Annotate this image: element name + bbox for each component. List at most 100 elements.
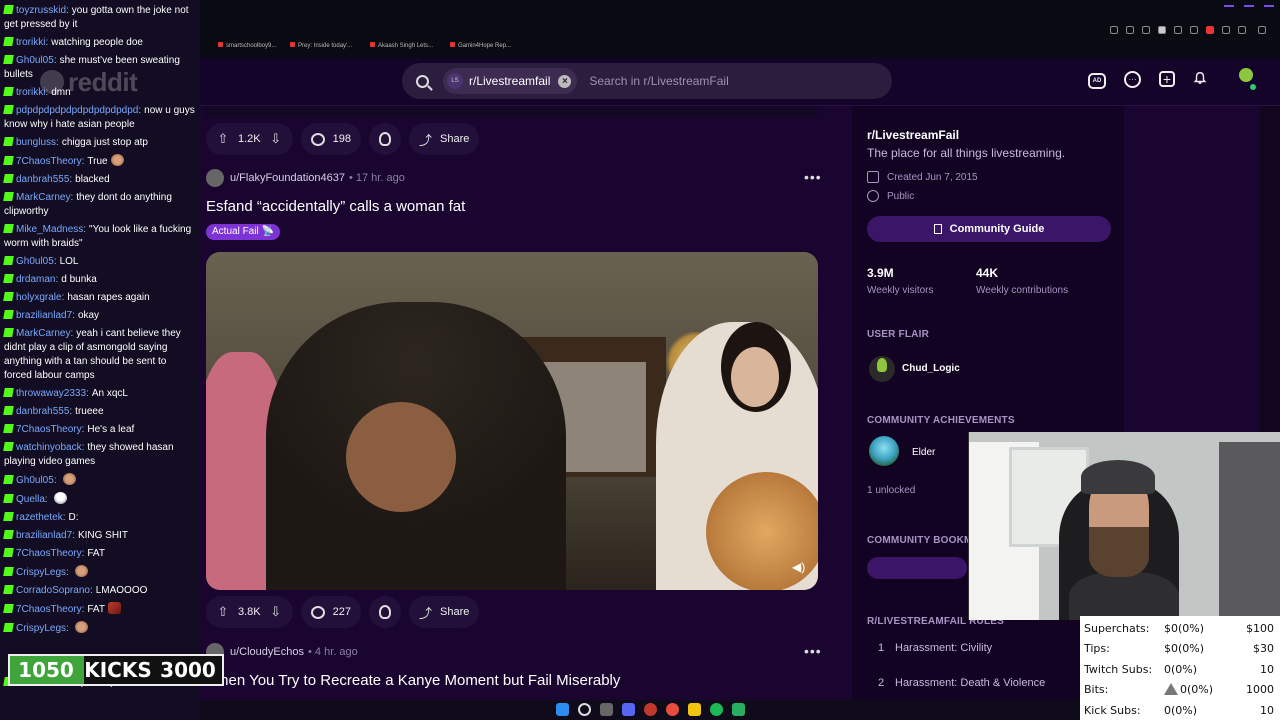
post-author[interactable]: u/FlakyFoundation4637 bbox=[230, 172, 345, 184]
spotify-icon[interactable] bbox=[710, 703, 723, 716]
user-flair-name[interactable]: Chud_Logic bbox=[902, 363, 960, 374]
upvote-icon[interactable]: ⇧ bbox=[216, 604, 230, 619]
chat-username[interactable]: Mike_Madness bbox=[16, 224, 83, 235]
chat-username[interactable]: MarkCarney bbox=[16, 328, 70, 339]
close-icon[interactable] bbox=[1264, 5, 1274, 7]
browser-tab[interactable]: smartschoolboy9... bbox=[218, 42, 276, 49]
browser-tab[interactable]: Akaash Singh Lets... bbox=[370, 42, 433, 49]
search-icon[interactable] bbox=[578, 703, 591, 716]
kicks-goal: 3000 bbox=[160, 658, 216, 682]
more-options-icon[interactable]: ••• bbox=[804, 643, 822, 659]
chat-username[interactable]: Gh0ul05 bbox=[16, 256, 54, 267]
share-button[interactable]: ⤴ Share bbox=[409, 123, 480, 155]
chat-message: MarkCarney: yeah i cant believe they didn… bbox=[3, 328, 181, 381]
app-icon[interactable] bbox=[732, 703, 745, 716]
advertise-icon[interactable]: AD bbox=[1088, 73, 1106, 89]
search-bar[interactable]: LS r/Livestreamfail × Search in r/Livest… bbox=[402, 63, 892, 99]
discord-icon[interactable] bbox=[622, 703, 635, 716]
chat-username[interactable]: danbrah555 bbox=[16, 174, 69, 185]
chat-username[interactable]: pdpdpdpdpdpdpdpdpdpdpd bbox=[16, 105, 138, 116]
notifications-bell-icon[interactable] bbox=[1193, 71, 1207, 85]
minimize-icon[interactable] bbox=[1224, 5, 1234, 7]
subreddit-search-chip[interactable]: LS r/Livestreamfail × bbox=[443, 68, 578, 94]
chat-username[interactable]: 7ChaosTheory bbox=[16, 604, 82, 615]
vote-pill: ⇧ 1.2K ⇩ bbox=[206, 123, 293, 155]
chat-username[interactable]: bungluss bbox=[16, 137, 56, 148]
chat-username[interactable]: danbrah555 bbox=[16, 406, 69, 417]
clear-chip-icon[interactable]: × bbox=[558, 74, 572, 88]
award-button[interactable] bbox=[369, 123, 401, 155]
post-title[interactable]: Esfand “accidentally” calls a woman fat bbox=[206, 198, 465, 215]
bookmark-icon[interactable] bbox=[1142, 26, 1150, 34]
user-avatar[interactable] bbox=[1236, 68, 1256, 92]
sidebar-subreddit-name[interactable]: r/LivestreamFail bbox=[867, 128, 959, 142]
screen: smartschoolboy9... Prey: Inside today'..… bbox=[0, 0, 1280, 720]
chat-username[interactable]: Gh0ul05 bbox=[16, 55, 54, 66]
chat-username[interactable]: CrispyLegs bbox=[16, 567, 66, 578]
play-icon[interactable] bbox=[1190, 26, 1198, 34]
chat-text: LOL bbox=[59, 256, 79, 267]
award-button[interactable] bbox=[369, 596, 401, 628]
shield-icon[interactable] bbox=[1158, 26, 1166, 34]
community-guide-button[interactable]: Community Guide bbox=[867, 216, 1111, 242]
comments-button[interactable]: 227 bbox=[300, 596, 361, 628]
bookmark-button[interactable] bbox=[867, 557, 967, 579]
chat-username[interactable]: CrispyLegs bbox=[16, 623, 66, 634]
chat-username[interactable]: Gh0ul05 bbox=[16, 475, 54, 486]
achievements-unlocked[interactable]: 1 unlocked bbox=[867, 485, 915, 496]
chat-username[interactable]: throwaway2333 bbox=[16, 388, 86, 399]
file-explorer-icon[interactable] bbox=[688, 703, 701, 716]
chat-username[interactable]: drdaman bbox=[16, 274, 55, 285]
chat-username[interactable]: CorradoSoprano bbox=[16, 585, 90, 596]
chat-message: brazilianlad7: okay bbox=[3, 309, 196, 323]
maximize-icon[interactable] bbox=[1244, 5, 1254, 7]
obs-icon[interactable] bbox=[644, 703, 657, 716]
post-title[interactable]: When You Try to Recreate a Kanye Moment … bbox=[206, 672, 620, 689]
chat-username[interactable]: trorikki bbox=[16, 37, 45, 48]
search-input[interactable]: Search in r/LivestreamFail bbox=[589, 74, 728, 88]
chat-username[interactable]: toyzrusskid bbox=[16, 5, 66, 16]
task-view-icon[interactable] bbox=[600, 703, 613, 716]
translate-icon[interactable] bbox=[1126, 26, 1134, 34]
chat-username[interactable]: Quella bbox=[16, 494, 45, 505]
rule-item[interactable]: 1 Harassment: Civility bbox=[867, 642, 992, 654]
chat-username[interactable]: 7ChaosTheory bbox=[16, 548, 82, 559]
chat-username[interactable]: holyxgrale bbox=[16, 292, 62, 303]
zoom-icon[interactable] bbox=[1110, 26, 1118, 34]
share-button[interactable]: ⤴ Share bbox=[409, 596, 480, 628]
chat-username[interactable]: brazilianlad7 bbox=[16, 530, 72, 541]
post-flair[interactable]: Actual Fail 📡 bbox=[206, 224, 280, 240]
browser-icon[interactable] bbox=[666, 703, 679, 716]
chat-username[interactable]: brazilianlad7 bbox=[16, 310, 72, 321]
menu-icon[interactable] bbox=[1258, 26, 1266, 34]
more-options-icon[interactable]: ••• bbox=[804, 169, 822, 185]
extension-icon[interactable] bbox=[1222, 26, 1230, 34]
author-avatar[interactable] bbox=[206, 169, 224, 187]
chat-username[interactable]: MarkCarney bbox=[16, 192, 70, 203]
chat-username[interactable]: 7ChaosTheory bbox=[16, 156, 82, 167]
chat-username[interactable]: watchinyoback bbox=[16, 442, 82, 453]
video-player[interactable]: ◀) bbox=[206, 252, 818, 590]
rule-item[interactable]: 2 Harassment: Death & Violence bbox=[867, 677, 1045, 689]
downvote-icon[interactable]: ⇩ bbox=[269, 131, 283, 146]
kick-badge-icon bbox=[3, 475, 14, 484]
chat-icon[interactable]: ··· bbox=[1124, 71, 1141, 88]
kick-badge-icon bbox=[3, 105, 14, 114]
browser-tab[interactable]: Prey: Inside today'... bbox=[290, 42, 352, 49]
create-post-icon[interactable]: + bbox=[1159, 71, 1175, 87]
extension-icon[interactable] bbox=[1174, 26, 1182, 34]
mute-icon[interactable]: ◀) bbox=[792, 560, 806, 574]
chat-username[interactable]: 7ChaosTheory bbox=[16, 424, 82, 435]
extension-red-icon[interactable] bbox=[1206, 26, 1214, 34]
emote-icon bbox=[62, 473, 76, 485]
chat-username[interactable]: trorikki bbox=[16, 87, 45, 98]
start-icon[interactable] bbox=[556, 703, 569, 716]
comments-button[interactable]: 198 bbox=[300, 123, 361, 155]
post-author[interactable]: u/CloudyEchos bbox=[230, 646, 304, 658]
achievement-badge-icon[interactable] bbox=[869, 436, 899, 466]
profile-icon[interactable] bbox=[1238, 26, 1246, 34]
downvote-icon[interactable]: ⇩ bbox=[269, 604, 283, 619]
chat-username[interactable]: razethetek bbox=[16, 512, 63, 523]
browser-tab[interactable]: Gamin4Hope Rep... bbox=[450, 42, 511, 49]
upvote-icon[interactable]: ⇧ bbox=[216, 131, 230, 146]
